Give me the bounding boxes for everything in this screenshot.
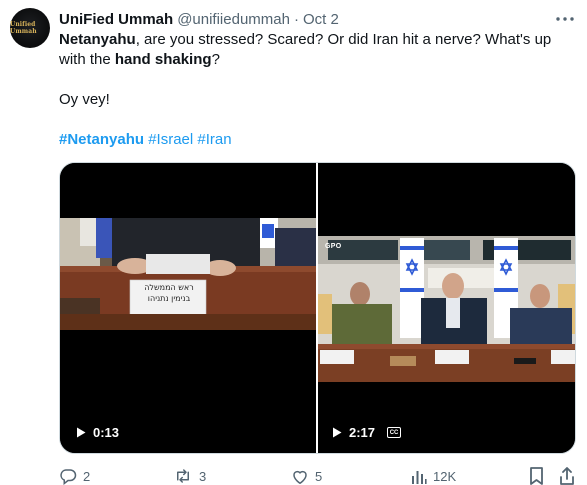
author-display-name[interactable]: UniFied Ummah	[59, 11, 173, 28]
bold-hand-shaking: hand shaking	[114, 51, 212, 68]
video-right-duration: 2:17	[349, 425, 376, 440]
video-right-controls[interactable]: 2:17 CC	[332, 425, 402, 440]
tweet-line-2: with the hand shaking?	[59, 50, 571, 70]
line2-pre: with the	[59, 51, 115, 68]
video-left-thumbnail	[60, 218, 316, 330]
hashtag-israel[interactable]: #Israel	[148, 131, 193, 148]
like-button[interactable]: 5	[291, 466, 322, 485]
more-icon[interactable]	[553, 8, 577, 30]
placard-line-1: ראש הממשלה	[144, 283, 194, 292]
tweet[interactable]: Unified Ummah UniFied Ummah @unifiiedumm…	[0, 0, 587, 485]
avatar-logo-text: Unified Ummah	[10, 21, 37, 35]
tweet-header: UniFied Ummah @unifiiedummah · Oct 2	[59, 9, 339, 29]
author-handle[interactable]: @unifiiedummah	[177, 11, 290, 28]
hashtag-netanyahu[interactable]: #Netanyahu	[59, 131, 144, 148]
repost-button[interactable]: 3	[173, 466, 206, 485]
gpo-watermark: GPO	[325, 243, 342, 250]
tweet-line-3: Oy vey!	[59, 91, 110, 108]
share-icon	[560, 467, 574, 485]
play-icon[interactable]	[76, 427, 86, 438]
video-right-thumbnail	[318, 236, 575, 382]
video-left[interactable]: ראש הממשלה בנימין נתניהו 0:13	[60, 163, 316, 453]
placard-line-2: בנימין נתניהו	[147, 294, 191, 303]
video-left-controls[interactable]: 0:13	[76, 425, 119, 440]
tweet-text: Netanyahu, are you stressed? Scared? Or …	[59, 30, 571, 150]
video-right[interactable]: GPO 2:17 CC	[318, 163, 575, 453]
hashtag-row: #Netanyahu #Israel #Iran	[59, 130, 571, 150]
like-count: 5	[315, 468, 323, 484]
placard-text: ראש הממשלה בנימין נתניהו	[132, 282, 206, 304]
bold-netanyahu: Netanyahu	[59, 31, 136, 48]
play-icon[interactable]	[332, 427, 342, 438]
action-bar: 2 3 5 12K	[59, 466, 579, 485]
repost-count: 3	[199, 468, 207, 484]
reply-icon	[60, 469, 77, 485]
views-count: 12K	[433, 468, 457, 484]
line2-post: ?	[211, 51, 220, 68]
tweet-date[interactable]: Oct 2	[303, 11, 339, 28]
repost-icon	[177, 469, 189, 483]
reply-count: 2	[83, 468, 91, 484]
hashtag-iran[interactable]: #Iran	[197, 131, 231, 148]
bookmark-button[interactable]	[529, 466, 544, 485]
views-button[interactable]: 12K	[411, 466, 456, 485]
bookmark-icon	[530, 467, 543, 485]
like-icon	[293, 470, 307, 484]
line1-rest: , are you stressed? Scared? Or did Iran …	[135, 31, 552, 48]
media-grid: ראש הממשלה בנימין נתניהו 0:13 GPO 2:17 C…	[59, 162, 576, 454]
share-button[interactable]	[559, 466, 575, 485]
cc-icon[interactable]: CC	[387, 427, 402, 438]
reply-button[interactable]: 2	[59, 466, 90, 485]
tweet-line-1: Netanyahu, are you stressed? Scared? Or …	[59, 30, 571, 50]
views-icon	[412, 470, 427, 484]
avatar[interactable]: Unified Ummah	[10, 8, 50, 48]
video-left-duration: 0:13	[93, 425, 120, 440]
separator-dot: ·	[293, 10, 299, 28]
